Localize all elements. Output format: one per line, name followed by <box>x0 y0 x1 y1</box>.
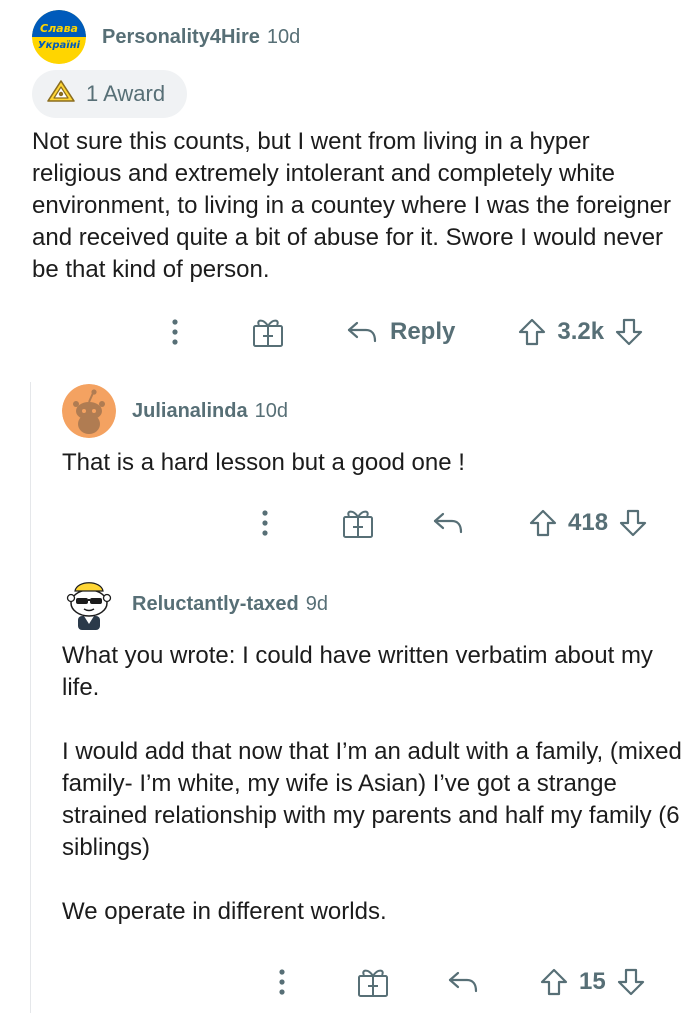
more-options-icon <box>261 509 269 537</box>
comment-time: 9d <box>305 592 328 615</box>
give-award-icon <box>250 315 286 349</box>
vote-score: 418 <box>568 509 609 536</box>
vote-score: 3.2k <box>557 318 605 345</box>
comment-time: 10d <box>254 399 288 422</box>
comment-paragraph: What you wrote: I could have written ver… <box>62 642 653 701</box>
more-options-icon <box>171 318 179 346</box>
give-award-icon <box>355 965 391 999</box>
comment-header: Reluctantly-taxed 9d <box>62 576 328 632</box>
comment-paragraph: We operate in different worlds. <box>62 898 387 925</box>
avatar[interactable] <box>62 384 116 438</box>
more-options-button[interactable] <box>250 509 280 537</box>
comment-actions: 418 <box>250 503 648 543</box>
thread-line[interactable] <box>30 382 31 1013</box>
upvote-icon <box>528 508 558 538</box>
give-award-button[interactable] <box>355 965 391 999</box>
reply-button[interactable]: Reply <box>346 318 455 346</box>
award-icon <box>46 79 76 110</box>
upvote-button[interactable] <box>528 508 558 538</box>
comment-actions: 15 <box>267 962 646 1002</box>
avatar-text-top: Слава <box>40 22 78 35</box>
comment-actions: Reply 3.2k <box>160 312 644 352</box>
more-options-button[interactable] <box>267 968 297 996</box>
downvote-button[interactable] <box>614 317 644 347</box>
comment-body: What you wrote: I could have written ver… <box>62 640 682 928</box>
comment-author[interactable]: Julianalinda <box>132 400 248 423</box>
comment-header: Julianalinda 10d <box>62 384 288 438</box>
upvote-icon <box>517 317 547 347</box>
downvote-button[interactable] <box>618 508 648 538</box>
downvote-icon <box>614 317 644 347</box>
give-award-button[interactable] <box>250 315 286 349</box>
reply-arrow-icon <box>432 510 464 536</box>
comment-paragraph: That is a hard lesson but a good one ! <box>62 449 465 476</box>
comment-body: That is a hard lesson but a good one ! <box>62 447 672 479</box>
give-award-icon <box>340 506 376 540</box>
vote-score: 15 <box>579 968 606 995</box>
downvote-button[interactable] <box>616 967 646 997</box>
comment-body: Not sure this counts, but I went from li… <box>32 126 672 286</box>
downvote-icon <box>618 508 648 538</box>
reply-button[interactable] <box>447 969 479 995</box>
comment-paragraph: I would add that now that I’m an adult w… <box>62 738 682 861</box>
comment-header: Слава Україні Personality4Hire 10d <box>32 10 300 64</box>
give-award-button[interactable] <box>340 506 376 540</box>
upvote-button[interactable] <box>539 967 569 997</box>
comment-paragraph: Not sure this counts, but I went from li… <box>32 128 672 283</box>
downvote-icon <box>616 967 646 997</box>
award-label: 1 Award <box>86 81 166 106</box>
more-options-icon <box>278 968 286 996</box>
avatar-text-bottom: Україні <box>38 39 81 51</box>
upvote-button[interactable] <box>517 317 547 347</box>
reply-label: Reply <box>390 318 456 345</box>
comment-time: 10d <box>266 25 301 48</box>
reply-arrow-icon <box>447 969 479 995</box>
reply-button[interactable] <box>432 510 464 536</box>
comment-author[interactable]: Reluctantly-taxed <box>132 593 299 616</box>
avatar[interactable] <box>62 576 116 632</box>
avatar[interactable]: Слава Україні <box>32 10 86 64</box>
comment-author[interactable]: Personality4Hire <box>102 26 260 49</box>
more-options-button[interactable] <box>160 318 190 346</box>
upvote-icon <box>539 967 569 997</box>
reply-arrow-icon <box>346 319 378 345</box>
award-badge[interactable]: 1 Award <box>32 70 187 118</box>
